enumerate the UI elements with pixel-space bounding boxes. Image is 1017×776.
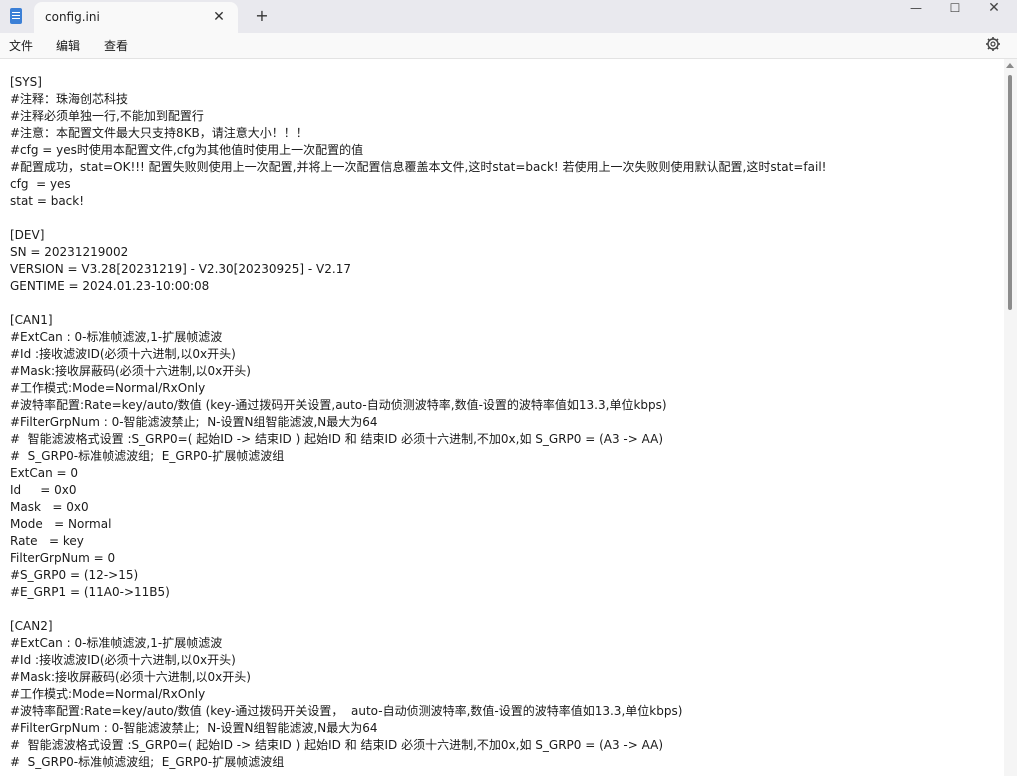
editor-line[interactable]: #波特率配置:Rate=key/auto/数值 (key-通过拨码开关设置， a… bbox=[10, 703, 826, 720]
tab-config-ini[interactable]: config.ini ✕ bbox=[34, 2, 238, 33]
editor-line[interactable]: SN = 20231219002 bbox=[10, 244, 826, 261]
menu-bar: 文件 编辑 查看 bbox=[0, 33, 1017, 58]
editor-line[interactable]: #波特率配置:Rate=key/auto/数值 (key-通过拨码开关设置,au… bbox=[10, 397, 826, 414]
editor-line[interactable]: #注释：珠海创芯科技 bbox=[10, 91, 826, 108]
editor-line[interactable]: #工作模式:Mode=Normal/RxOnly bbox=[10, 686, 826, 703]
notepad-app-icon bbox=[10, 8, 22, 24]
editor-line[interactable]: #工作模式:Mode=Normal/RxOnly bbox=[10, 380, 826, 397]
minimize-button[interactable]: — bbox=[896, 0, 936, 20]
editor-line[interactable]: # S_GRP0-标准帧滤波组; E_GRP0-扩展帧滤波组 bbox=[10, 754, 826, 771]
scroll-up-arrow-icon[interactable] bbox=[1006, 63, 1014, 68]
editor-line[interactable]: #配置成功，stat=OK!!! 配置失败则使用上一次配置,并将上一次配置信息覆… bbox=[10, 159, 826, 176]
editor-line[interactable]: ExtCan = 0 bbox=[10, 465, 826, 482]
editor-line[interactable]: Id = 0x0 bbox=[10, 482, 826, 499]
new-tab-button[interactable]: + bbox=[252, 6, 272, 26]
editor-line[interactable]: Mode = Normal bbox=[10, 516, 826, 533]
editor-line[interactable]: #FilterGrpNum : 0-智能滤波禁止; N-设置N组智能滤波,N最大… bbox=[10, 720, 826, 737]
editor-line[interactable] bbox=[10, 295, 826, 312]
menu-edit[interactable]: 编辑 bbox=[56, 37, 80, 54]
editor-line[interactable]: #FilterGrpNum : 0-智能滤波禁止; N-设置N组智能滤波,N最大… bbox=[10, 414, 826, 431]
editor-content[interactable]: [SYS] #注释：珠海创芯科技 #注释必须单独一行,不能加到配置行 #注意：本配置文… bbox=[10, 74, 826, 771]
tab-close-icon[interactable]: ✕ bbox=[210, 8, 228, 26]
editor-line[interactable]: #Mask:接收屏蔽码(必须十六进制,以0x开头) bbox=[10, 669, 826, 686]
settings-gear-icon[interactable] bbox=[985, 36, 1001, 52]
maximize-button[interactable]: ☐ bbox=[935, 0, 975, 20]
notepad-window: config.ini ✕ + — ☐ ✕ 文件 编辑 查看 [SYS] #注释：珠… bbox=[0, 0, 1017, 776]
editor-line[interactable]: #S_GRP0 = (12->15) bbox=[10, 567, 826, 584]
editor-line[interactable]: VERSION = V3.28[20231219] - V2.30[202309… bbox=[10, 261, 826, 278]
editor-line[interactable]: # S_GRP0-标准帧滤波组; E_GRP0-扩展帧滤波组 bbox=[10, 448, 826, 465]
menu-file[interactable]: 文件 bbox=[9, 37, 33, 54]
editor-line[interactable]: #cfg = yes时使用本配置文件,cfg为其他值时使用上一次配置的值 bbox=[10, 142, 826, 159]
editor-line[interactable]: GENTIME = 2024.01.23-10:00:08 bbox=[10, 278, 826, 295]
editor-line[interactable]: #ExtCan : 0-标准帧滤波,1-扩展帧滤波 bbox=[10, 635, 826, 652]
close-window-button[interactable]: ✕ bbox=[974, 0, 1014, 20]
editor-line[interactable]: [CAN2] bbox=[10, 618, 826, 635]
editor-line[interactable]: #注意：本配置文件最大只支持8KB，请注意大小！！！ bbox=[10, 125, 826, 142]
title-bar[interactable]: config.ini ✕ + — ☐ ✕ bbox=[0, 0, 1017, 33]
editor-line[interactable]: #E_GRP1 = (11A0->11B5) bbox=[10, 584, 826, 601]
scroll-thumb[interactable] bbox=[1008, 75, 1012, 310]
editor-line[interactable] bbox=[10, 210, 826, 227]
editor-line[interactable]: #Id :接收滤波ID(必须十六进制,以0x开头) bbox=[10, 652, 826, 669]
vertical-scrollbar[interactable] bbox=[1004, 59, 1017, 776]
text-editor[interactable]: [SYS] #注释：珠海创芯科技 #注释必须单独一行,不能加到配置行 #注意：本配置文… bbox=[0, 59, 1004, 776]
editor-line[interactable]: #注释必须单独一行,不能加到配置行 bbox=[10, 108, 826, 125]
editor-line[interactable]: [CAN1] bbox=[10, 312, 826, 329]
editor-line[interactable]: #ExtCan : 0-标准帧滤波,1-扩展帧滤波 bbox=[10, 329, 826, 346]
editor-line[interactable]: cfg = yes bbox=[10, 176, 826, 193]
editor-line[interactable]: #Id :接收滤波ID(必须十六进制,以0x开头) bbox=[10, 346, 826, 363]
editor-line[interactable]: stat = back! bbox=[10, 193, 826, 210]
editor-line[interactable]: [DEV] bbox=[10, 227, 826, 244]
tab-title: config.ini bbox=[45, 10, 100, 24]
editor-line[interactable]: [SYS] bbox=[10, 74, 826, 91]
editor-line[interactable]: #Mask:接收屏蔽码(必须十六进制,以0x开头) bbox=[10, 363, 826, 380]
editor-line[interactable]: # 智能滤波格式设置 :S_GRP0=( 起始ID -> 结束ID ) 起始ID… bbox=[10, 431, 826, 448]
editor-line[interactable]: FilterGrpNum = 0 bbox=[10, 550, 826, 567]
editor-line[interactable] bbox=[10, 601, 826, 618]
editor-line[interactable]: # 智能滤波格式设置 :S_GRP0=( 起始ID -> 结束ID ) 起始ID… bbox=[10, 737, 826, 754]
editor-line[interactable]: Mask = 0x0 bbox=[10, 499, 826, 516]
menu-view[interactable]: 查看 bbox=[104, 37, 128, 54]
editor-line[interactable]: Rate = key bbox=[10, 533, 826, 550]
